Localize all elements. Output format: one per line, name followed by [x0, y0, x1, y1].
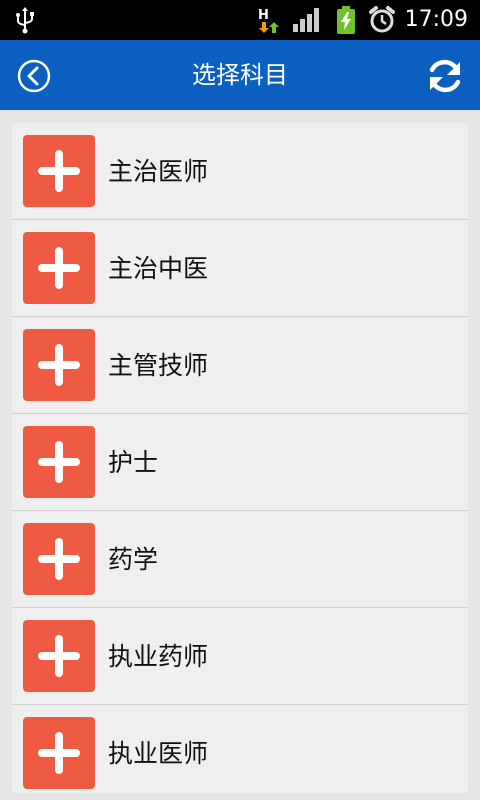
plus-icon — [23, 717, 95, 789]
subject-label: 主治中医 — [108, 254, 209, 283]
subject-item[interactable]: 主治医师 — [12, 123, 468, 220]
signal-strength-icon — [292, 8, 320, 36]
refresh-icon — [429, 59, 461, 93]
plus-icon — [23, 135, 95, 207]
network-type-text: H — [258, 8, 269, 23]
subject-item[interactable]: 执业药师 — [12, 608, 468, 705]
status-bar: H 17:09 — [0, 0, 480, 40]
app-bar: 选择科目 — [0, 40, 480, 110]
subject-label: 主管技师 — [108, 351, 209, 380]
back-button[interactable] — [16, 58, 52, 94]
back-arrow-icon — [17, 59, 51, 93]
page-title: 选择科目 — [192, 61, 288, 89]
plus-icon — [23, 232, 95, 304]
plus-icon — [23, 523, 95, 595]
subject-item[interactable]: 主管技师 — [12, 317, 468, 414]
subject-item[interactable]: 执业医师 — [12, 705, 468, 793]
subject-item[interactable]: 护士 — [12, 414, 468, 511]
subject-label: 药学 — [108, 545, 159, 574]
plus-icon — [23, 426, 95, 498]
subject-label: 护士 — [108, 448, 159, 477]
plus-icon — [23, 620, 95, 692]
refresh-button[interactable] — [424, 55, 466, 97]
clock: 17:09 — [404, 7, 468, 32]
subject-label: 主治医师 — [108, 157, 209, 186]
subject-label: 执业药师 — [108, 642, 209, 671]
subject-list: 主治医师 主治中医 主管技师 护士 药学 执业药师 执业医师 — [12, 123, 468, 793]
subject-item[interactable]: 药学 — [12, 511, 468, 608]
hspa-data-icon: H — [256, 6, 280, 38]
battery-charging-icon — [336, 6, 356, 38]
subject-label: 执业医师 — [108, 739, 209, 768]
plus-icon — [23, 329, 95, 401]
subject-item[interactable]: 主治中医 — [12, 220, 468, 317]
alarm-clock-icon — [368, 6, 396, 38]
usb-icon — [14, 6, 36, 38]
